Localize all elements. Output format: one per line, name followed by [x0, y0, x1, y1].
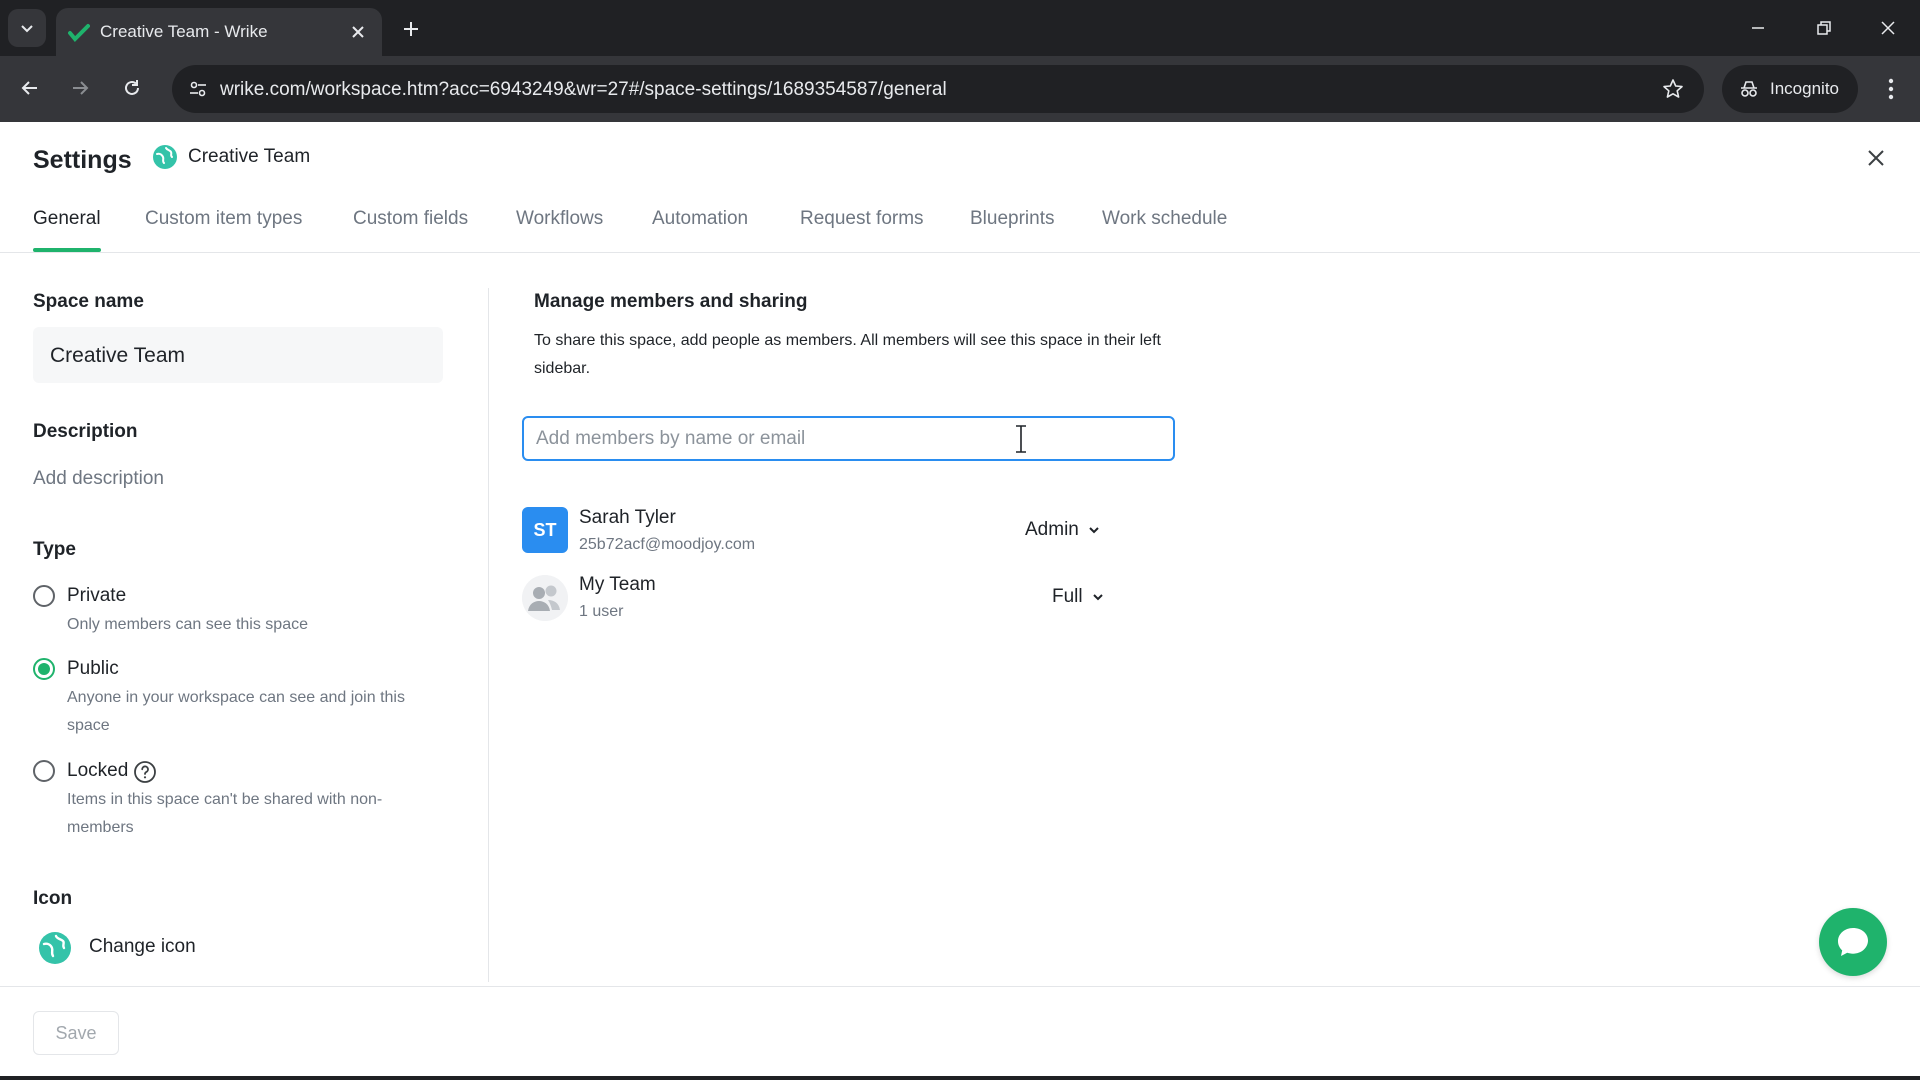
arrow-left-icon	[21, 81, 37, 95]
avatar: ST	[522, 507, 568, 553]
back-button[interactable]	[12, 70, 48, 106]
type-locked-radio[interactable]	[33, 760, 55, 782]
type-private-title[interactable]: Private	[67, 585, 126, 607]
reload-button[interactable]	[114, 70, 150, 106]
restore-button[interactable]	[1806, 10, 1842, 46]
type-private-desc: Only members can see this space	[67, 616, 308, 633]
url-text: wrike.com/workspace.htm?acc=6943249&wr=2…	[220, 79, 947, 100]
page-title: Settings	[33, 146, 132, 174]
bookmark-button[interactable]	[1660, 76, 1686, 102]
globe-planet-icon[interactable]	[38, 931, 72, 965]
save-button[interactable]: Save	[33, 1011, 119, 1055]
browser-menu-button[interactable]	[1874, 70, 1908, 108]
type-label: Type	[33, 539, 76, 560]
settings-tabs: General Custom item types Custom fields …	[0, 200, 1920, 253]
column-divider	[488, 288, 489, 982]
more-vertical-icon	[1888, 78, 1894, 100]
member-name: My Team	[579, 574, 656, 595]
browser-tab-strip: Creative Team - Wrike	[0, 0, 1920, 56]
member-role-label: Admin	[1025, 519, 1079, 540]
chat-button[interactable]	[1819, 908, 1887, 976]
forward-button[interactable]	[62, 70, 98, 106]
icon-label: Icon	[33, 888, 73, 909]
address-bar[interactable]: wrike.com/workspace.htm?acc=6943249&wr=2…	[172, 65, 1704, 113]
tab-request-forms[interactable]: Request forms	[800, 208, 924, 230]
question-circle-icon[interactable]	[133, 760, 157, 784]
tab-close-button[interactable]	[346, 20, 370, 44]
tune-icon	[190, 81, 206, 97]
active-tab-indicator	[33, 248, 101, 252]
text-cursor-icon	[1016, 425, 1026, 453]
members-section-description: To share this space, add people as membe…	[534, 332, 1161, 377]
chevron-down-icon	[21, 25, 33, 33]
description-input[interactable]: Add description	[33, 468, 164, 490]
type-public-title[interactable]: Public	[67, 658, 119, 680]
tab-automation[interactable]: Automation	[652, 208, 748, 230]
wrike-checkmark-icon	[68, 24, 90, 42]
type-locked-title[interactable]: Locked	[67, 760, 128, 782]
globe-planet-icon	[153, 145, 177, 169]
tab-general[interactable]: General	[33, 208, 101, 230]
reload-icon	[125, 80, 139, 95]
tab-custom-item-types[interactable]: Custom item types	[145, 208, 302, 230]
close-icon	[352, 26, 364, 38]
minimize-icon	[1752, 27, 1764, 29]
change-icon-button[interactable]: Change icon	[89, 936, 196, 958]
star-icon	[1663, 79, 1683, 98]
type-public-radio[interactable]	[33, 658, 55, 680]
incognito-icon	[1741, 81, 1757, 97]
bottom-edge	[0, 1076, 1920, 1080]
member-role-dropdown[interactable]: Admin	[1025, 519, 1101, 541]
description-label: Description	[33, 421, 138, 442]
space-name-header: Creative Team	[188, 146, 311, 167]
close-settings-button[interactable]	[1860, 142, 1892, 174]
member-role-dropdown[interactable]: Full	[1052, 586, 1105, 608]
browser-tab[interactable]: Creative Team - Wrike	[56, 8, 382, 56]
chat-bubble-icon	[1838, 928, 1868, 956]
type-private-radio[interactable]	[33, 585, 55, 607]
footer-divider	[0, 986, 1920, 987]
space-name-input[interactable]: Creative Team	[33, 327, 443, 383]
incognito-label: Incognito	[1770, 79, 1839, 98]
window-close-button[interactable]	[1870, 10, 1906, 46]
tab-workflows[interactable]: Workflows	[516, 208, 603, 230]
space-name-label: Space name	[33, 291, 144, 312]
tab-work-schedule[interactable]: Work schedule	[1102, 208, 1227, 230]
space-name-value: Creative Team	[50, 344, 186, 367]
site-info-button[interactable]	[184, 75, 212, 103]
type-public-desc: Anyone in your workspace can see and joi…	[67, 689, 405, 734]
members-section-title: Manage members and sharing	[534, 291, 808, 312]
incognito-indicator[interactable]: Incognito	[1722, 65, 1858, 113]
tab-search-button[interactable]	[8, 9, 46, 47]
minimize-button[interactable]	[1740, 10, 1776, 46]
tab-custom-fields[interactable]: Custom fields	[353, 208, 468, 230]
restore-icon	[1817, 21, 1831, 35]
type-locked-desc: Items in this space can't be shared with…	[67, 791, 383, 836]
member-name: Sarah Tyler	[579, 507, 676, 528]
close-icon	[1881, 21, 1895, 35]
new-tab-button[interactable]	[396, 14, 426, 44]
member-sub: 1 user	[579, 603, 624, 620]
tab-blueprints[interactable]: Blueprints	[970, 208, 1055, 230]
browser-tab-title: Creative Team - Wrike	[100, 22, 268, 41]
browser-toolbar: wrike.com/workspace.htm?acc=6943249&wr=2…	[0, 56, 1920, 122]
arrow-right-icon	[73, 81, 89, 95]
chevron-down-icon	[1089, 527, 1099, 534]
member-role-label: Full	[1052, 586, 1083, 607]
chevron-down-icon	[1092, 594, 1103, 601]
team-avatar-icon	[522, 575, 568, 621]
close-icon	[1868, 150, 1884, 166]
plus-icon	[404, 22, 418, 36]
member-email: 25b72acf@moodjoy.com	[579, 536, 756, 553]
add-members-input[interactable]	[522, 416, 1175, 461]
